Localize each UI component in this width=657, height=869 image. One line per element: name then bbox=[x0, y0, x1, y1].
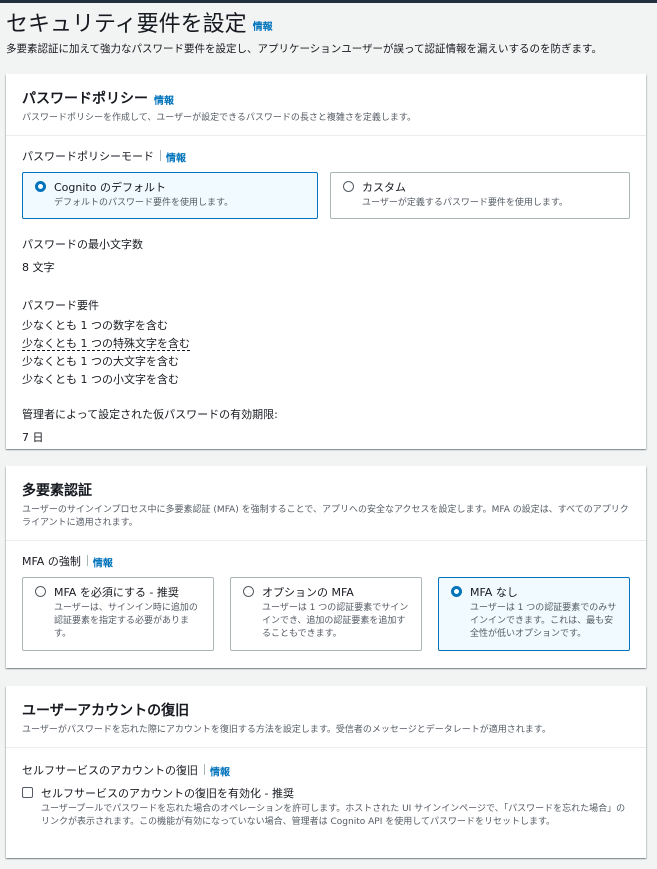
option-no-mfa[interactable]: MFA なし ユーザーは 1 つの認証要素でのみサインインできます。これは、最も… bbox=[438, 576, 630, 651]
password-policy-title-text: パスワードポリシー bbox=[22, 91, 148, 107]
password-policy-title: パスワードポリシー 情報 bbox=[22, 88, 630, 108]
min-length-field: パスワードの最小文字数 8 文字 bbox=[22, 236, 630, 275]
mfa-enforcement-label-text: MFA の強制 bbox=[22, 555, 81, 568]
account-recovery-header: ユーザーアカウントの復旧 ユーザーがパスワードを忘れた際にアカウントを復旧する方… bbox=[6, 686, 646, 748]
mfa-body: MFA の強制 情報 MFA を必須にする - 推奨 ユーザーは、サインイン時に追… bbox=[6, 541, 646, 667]
option-custom-desc: ユーザーが定義するパスワード要件を使用します。 bbox=[362, 197, 568, 208]
password-policy-info-link[interactable]: 情報 bbox=[154, 96, 174, 107]
password-policy-header: パスワードポリシー 情報 パスワードポリシーを作成して、ユーザーが設定できるパスワ… bbox=[6, 74, 646, 136]
radio-no-mfa[interactable] bbox=[451, 585, 462, 597]
requirement-item: 少なくとも 1 つの大文字を含む bbox=[22, 354, 179, 368]
password-requirements-field: パスワード要件 少なくとも 1 つの数字を含む 少なくとも 1 つの特殊文字を含… bbox=[22, 297, 630, 389]
self-service-recovery-label: セルフサービスのアカウントの復旧 情報 bbox=[22, 762, 630, 779]
password-policy-mode-options: Cognito のデフォルト デフォルトのパスワード要件を使用します。 カスタム… bbox=[22, 171, 630, 219]
self-service-recovery-checkbox-label: セルフサービスのアカウントの復旧を有効化 - 推奨 bbox=[41, 786, 294, 800]
min-length-label: パスワードの最小文字数 bbox=[22, 237, 143, 251]
option-no-mfa-title: MFA なし bbox=[470, 585, 518, 599]
account-recovery-panel: ユーザーアカウントの復旧 ユーザーがパスワードを忘れた際にアカウントを復旧する方… bbox=[6, 686, 646, 858]
option-mfa-optional-desc: ユーザーは 1 つの認証要素でサインインでき、追加の認証要素を追加することもでき… bbox=[262, 602, 409, 639]
self-service-recovery-option[interactable]: セルフサービスのアカウントの復旧を有効化 - 推奨 ユーザープールでパスワードを… bbox=[22, 785, 630, 829]
password-policy-mode-info-link[interactable]: 情報 bbox=[166, 154, 186, 165]
option-custom-title: カスタム bbox=[362, 180, 406, 194]
temp-password-field: 管理者によって設定された仮パスワードの有効期限: 7 日 bbox=[22, 406, 630, 445]
password-policy-panel: パスワードポリシー 情報 パスワードポリシーを作成して、ユーザーが設定できるパスワ… bbox=[6, 74, 646, 449]
requirement-item-special-chars[interactable]: 少なくとも 1 つの特殊文字を含む bbox=[22, 335, 630, 353]
option-mfa-optional[interactable]: オプションの MFA ユーザーは 1 つの認証要素でサインインでき、追加の認証要… bbox=[230, 576, 422, 651]
radio-mfa-optional[interactable] bbox=[243, 585, 254, 597]
account-recovery-description: ユーザーがパスワードを忘れた際にアカウントを復旧する方法を設定します。受信者のメ… bbox=[22, 725, 551, 735]
option-mfa-required[interactable]: MFA を必須にする - 推奨 ユーザーは、サインイン時に追加の認証要素を指定す… bbox=[22, 576, 214, 651]
mfa-header: 多要素認証 ユーザーのサインインプロセス中に多要素認証 (MFA) を強制するこ… bbox=[6, 466, 646, 541]
mfa-panel: 多要素認証 ユーザーのサインインプロセス中に多要素認証 (MFA) を強制するこ… bbox=[6, 466, 646, 668]
radio-cognito-default[interactable] bbox=[35, 180, 46, 192]
requirement-item: 少なくとも 1 つの小文字を含む bbox=[22, 372, 179, 386]
option-cognito-default-desc: デフォルトのパスワード要件を使用します。 bbox=[54, 197, 234, 208]
self-service-recovery-info-link[interactable]: 情報 bbox=[210, 768, 230, 779]
option-mfa-optional-title: オプションの MFA bbox=[262, 585, 354, 599]
password-requirements-label: パスワード要件 bbox=[22, 298, 99, 312]
option-custom[interactable]: カスタム ユーザーが定義するパスワード要件を使用します。 bbox=[330, 171, 630, 219]
password-policy-mode-label: パスワードポリシーモード 情報 bbox=[22, 148, 630, 165]
label-separator bbox=[160, 150, 161, 161]
page-title-text: セキュリティ要件を設定 bbox=[6, 12, 247, 37]
password-policy-body: パスワードポリシーモード 情報 Cognito のデフォルト デフォルトのパスワー… bbox=[6, 136, 646, 461]
requirement-item: 少なくとも 1 つの数字を含む bbox=[22, 318, 168, 332]
option-cognito-default[interactable]: Cognito のデフォルト デフォルトのパスワード要件を使用します。 bbox=[22, 171, 318, 219]
password-policy-description: パスワードポリシーを作成して、ユーザーが設定できるパスワードの長さと複雑さを定義… bbox=[22, 113, 417, 123]
temp-password-value: 7 日 bbox=[22, 430, 44, 444]
password-requirements-list: 少なくとも 1 つの数字を含む 少なくとも 1 つの特殊文字を含む 少なくとも … bbox=[22, 317, 630, 389]
mfa-description: ユーザーのサインインプロセス中に多要素認証 (MFA) を強制することで、アプリ… bbox=[22, 505, 629, 528]
page-info-link[interactable]: 情報 bbox=[253, 22, 273, 33]
label-separator bbox=[204, 764, 205, 775]
option-no-mfa-desc: ユーザーは 1 つの認証要素でのみサインインできます。これは、最も安全性が低いオ… bbox=[470, 602, 617, 639]
self-service-recovery-checkbox-desc: ユーザープールでパスワードを忘れた場合のオペレーションを許可します。ホストされた… bbox=[41, 803, 626, 827]
label-separator bbox=[86, 555, 88, 566]
self-service-recovery-label-text: セルフサービスのアカウントの復旧 bbox=[22, 764, 198, 777]
account-recovery-title: ユーザーアカウントの復旧 bbox=[22, 703, 190, 719]
option-cognito-default-title: Cognito のデフォルト bbox=[54, 180, 166, 194]
password-policy-mode-label-text: パスワードポリシーモード bbox=[22, 150, 154, 163]
mfa-title: 多要素認証 bbox=[22, 483, 92, 499]
mfa-enforcement-label: MFA の強制 情報 bbox=[22, 553, 630, 570]
mfa-enforcement-info-link[interactable]: 情報 bbox=[93, 559, 113, 570]
page-title: セキュリティ要件を設定 情報 bbox=[6, 6, 273, 38]
option-mfa-required-desc: ユーザーは、サインイン時に追加の認証要素を指定する必要があります。 bbox=[54, 602, 198, 639]
temp-password-label: 管理者によって設定された仮パスワードの有効期限: bbox=[22, 407, 278, 421]
mfa-enforcement-options: MFA を必須にする - 推奨 ユーザーは、サインイン時に追加の認証要素を指定す… bbox=[22, 576, 630, 651]
self-service-recovery-checkbox[interactable] bbox=[22, 786, 33, 798]
page-description: 多要素認証に加えて強力なパスワード要件を設定し、アプリケーションユーザーが誤って… bbox=[6, 43, 602, 55]
top-bar bbox=[0, 0, 657, 3]
option-mfa-required-title: MFA を必須にする - 推奨 bbox=[54, 585, 179, 599]
min-length-value: 8 文字 bbox=[22, 260, 55, 274]
account-recovery-body: セルフサービスのアカウントの復旧 情報 セルフサービスのアカウントの復旧を有効化 … bbox=[6, 748, 646, 845]
radio-custom[interactable] bbox=[343, 180, 354, 192]
radio-mfa-required[interactable] bbox=[35, 585, 46, 597]
